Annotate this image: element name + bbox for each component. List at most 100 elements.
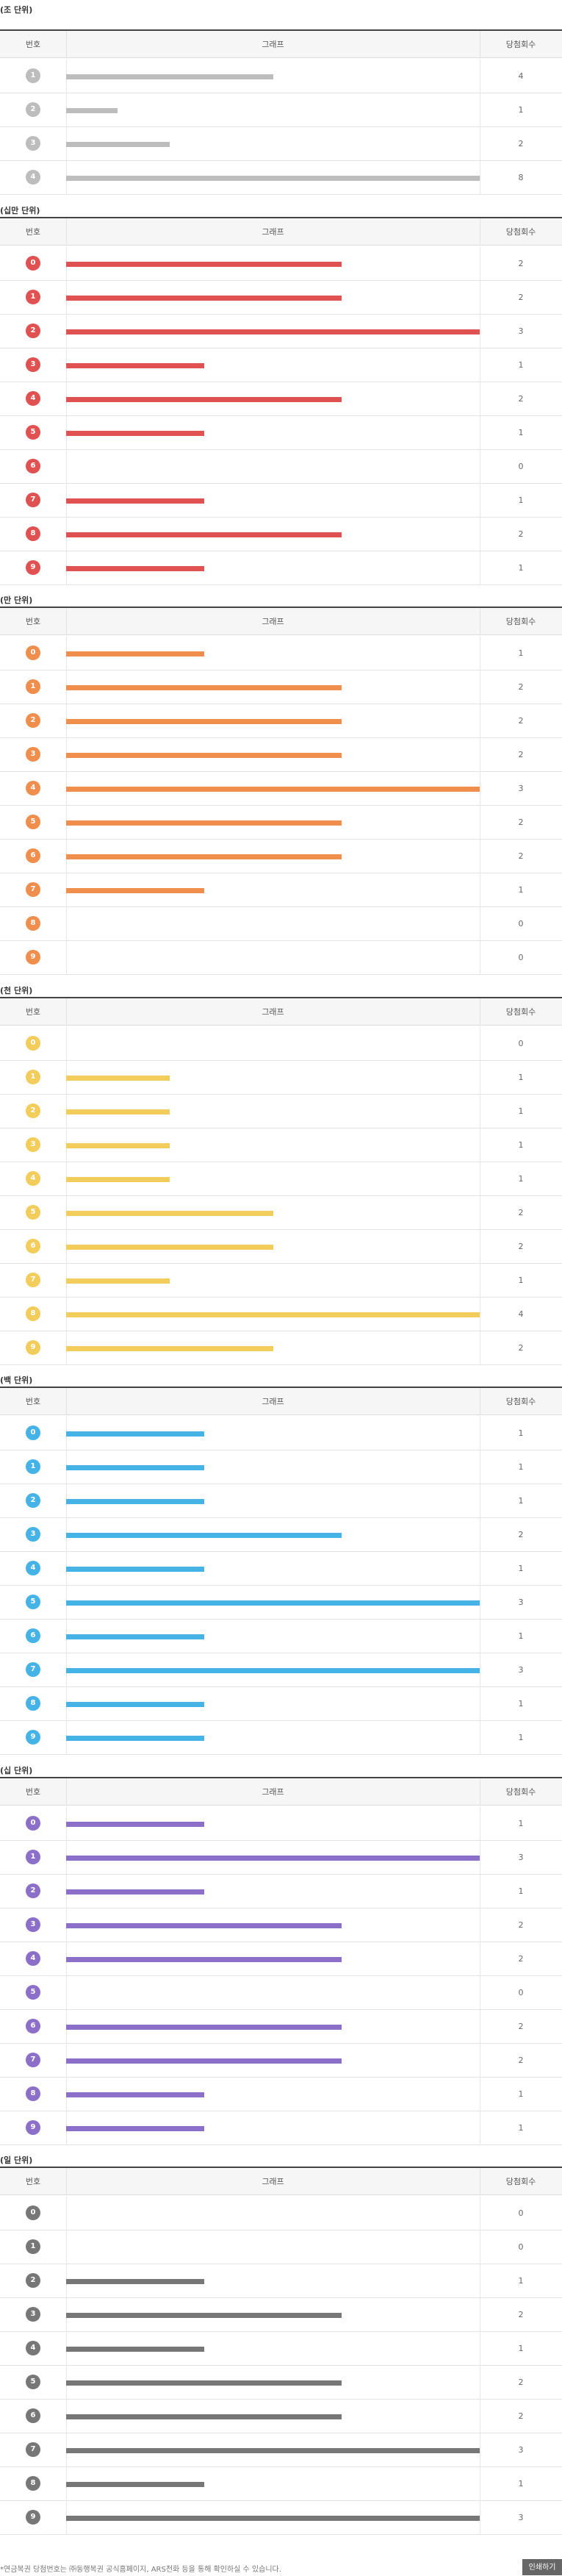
bar: [66, 532, 342, 537]
table-row: 81: [0, 1687, 562, 1721]
number-ball: 1: [26, 1070, 40, 1084]
win-count: 1: [518, 1106, 524, 1116]
table-header: 번호 그래프 당첨회수: [0, 2167, 562, 2195]
number-ball: 1: [26, 679, 40, 694]
win-count: 1: [518, 1819, 524, 1828]
table-row: 82: [0, 518, 562, 551]
table-row: 01: [0, 637, 562, 670]
bar: [66, 651, 204, 656]
win-count: 2: [518, 139, 524, 149]
win-count: 3: [518, 784, 524, 793]
table-row: 00: [0, 1027, 562, 1061]
number-ball: 7: [26, 1273, 40, 1287]
table-row: 13: [0, 1841, 562, 1875]
header-num: 번호: [0, 31, 67, 58]
bar: [66, 820, 342, 826]
table-row: 73: [0, 1653, 562, 1687]
bar: [66, 1312, 480, 1317]
bar: [66, 1600, 480, 1606]
win-count: 1: [518, 1564, 524, 1573]
number-ball: 4: [26, 170, 40, 185]
section-title: (조 단위): [0, 5, 33, 15]
number-ball: 4: [26, 1171, 40, 1186]
section-title: (십만 단위): [0, 206, 40, 215]
bar: [66, 1499, 204, 1504]
win-count: 2: [518, 2056, 524, 2065]
bar: [66, 719, 342, 724]
number-ball: 8: [26, 2476, 40, 2491]
bar: [66, 1278, 170, 1284]
header-num: 번호: [0, 1388, 67, 1415]
win-count: 1: [518, 563, 524, 573]
number-ball: 8: [26, 1306, 40, 1321]
number-ball: 4: [26, 1561, 40, 1575]
number-ball: 8: [26, 916, 40, 931]
print-button[interactable]: 인쇄하기: [522, 2559, 562, 2575]
table-row: 62: [0, 2400, 562, 2433]
bar: [66, 1533, 342, 1538]
number-ball: 0: [26, 1816, 40, 1831]
number-ball: 9: [26, 560, 40, 575]
table-row: 32: [0, 1908, 562, 1942]
table-row: 53: [0, 1586, 562, 1620]
win-count: 2: [518, 529, 524, 539]
number-ball: 7: [26, 2053, 40, 2067]
number-ball: 8: [26, 526, 40, 541]
win-count: 3: [518, 2513, 524, 2522]
number-ball: 2: [26, 323, 40, 338]
bar: [66, 176, 480, 181]
number-ball: 5: [26, 425, 40, 440]
bar: [66, 1109, 170, 1115]
bar: [66, 2380, 342, 2386]
number-ball: 1: [26, 2239, 40, 2254]
table-row: 84: [0, 1298, 562, 1331]
table-row: 01: [0, 1417, 562, 1450]
table-row: 21: [0, 1875, 562, 1908]
table-row: 90: [0, 941, 562, 975]
number-ball: 8: [26, 2086, 40, 2101]
bar: [66, 685, 342, 690]
number-ball: 4: [26, 1951, 40, 1966]
number-ball: 1: [26, 1459, 40, 1474]
bar: [66, 2482, 204, 2487]
number-ball: 3: [26, 2307, 40, 2322]
win-count: 1: [518, 1699, 524, 1709]
header-graph: 그래프: [66, 1778, 480, 1806]
row-divider: [66, 907, 67, 940]
win-count: 1: [518, 2089, 524, 2099]
win-count: 2: [518, 2022, 524, 2031]
header-graph: 그래프: [66, 1388, 480, 1415]
bar: [66, 1634, 204, 1639]
win-count: 1: [518, 428, 524, 437]
win-count: 2: [518, 682, 524, 692]
bar: [66, 74, 273, 79]
table-row: 11: [0, 1061, 562, 1095]
bar: [66, 1076, 170, 1081]
header-count: 당첨회수: [505, 227, 536, 237]
bar: [66, 2347, 204, 2352]
win-count: 2: [518, 2411, 524, 2421]
win-count: 2: [518, 2310, 524, 2319]
table-row: 52: [0, 806, 562, 840]
header-graph: 그래프: [66, 2168, 480, 2195]
table-row: 42: [0, 382, 562, 416]
win-count: 1: [518, 885, 524, 895]
bar: [66, 2025, 342, 2030]
table-header: 번호 그래프 당첨회수: [0, 997, 562, 1026]
number-ball: 9: [26, 950, 40, 965]
table-row: 71: [0, 1264, 562, 1298]
bar: [66, 1245, 273, 1250]
win-count: 0: [518, 953, 524, 962]
win-count: 2: [518, 1530, 524, 1539]
win-count: 1: [518, 2344, 524, 2353]
win-count: 1: [518, 2276, 524, 2286]
table-row: 32: [0, 127, 562, 161]
win-count: 2: [518, 750, 524, 759]
bar: [66, 1346, 273, 1351]
bar: [66, 1957, 342, 1962]
section-title: (백 단위): [0, 1375, 33, 1385]
table-row: 72: [0, 2044, 562, 2078]
win-count: 1: [518, 1276, 524, 1285]
number-ball: 3: [26, 1917, 40, 1932]
number-ball: 3: [26, 1137, 40, 1152]
